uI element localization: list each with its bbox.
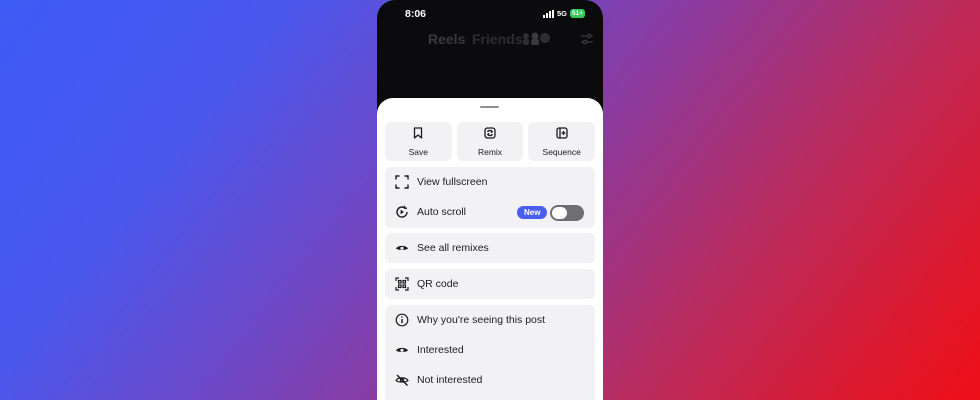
interested-label: Interested <box>417 343 464 356</box>
fullscreen-icon <box>395 175 409 189</box>
top-nav: Reels Friends <box>377 30 603 48</box>
bookmark-icon <box>412 126 424 144</box>
qr-code-label: QR code <box>417 277 459 290</box>
feedback-group: Why you're seeing this post Interested N… <box>385 305 595 400</box>
auto-scroll-item[interactable]: Auto scroll New <box>385 197 595 227</box>
save-label: Save <box>408 147 429 157</box>
info-icon <box>395 313 409 327</box>
why-seeing-label: Why you're seeing this post <box>417 313 546 326</box>
display-options-group: View fullscreen Auto scroll New <box>385 167 595 228</box>
why-seeing-item[interactable]: Why you're seeing this post <box>385 305 595 335</box>
status-indicators: 5G 51+ <box>542 9 585 18</box>
remix-button[interactable]: Remix <box>456 122 524 161</box>
eye-icon <box>395 343 409 357</box>
eye-icon <box>395 241 409 255</box>
view-fullscreen-label: View fullscreen <box>417 175 488 188</box>
filter-icon[interactable] <box>580 32 594 51</box>
tab-reels[interactable]: Reels <box>428 31 465 47</box>
see-all-remixes-item[interactable]: See all remixes <box>385 233 595 263</box>
sequence-icon <box>556 126 568 144</box>
auto-scroll-icon <box>395 205 409 219</box>
auto-scroll-toggle[interactable] <box>550 205 584 221</box>
save-button[interactable]: Save <box>385 122 452 161</box>
options-sheet: Save Remix Sequence View fullscreen Auto… <box>377 98 603 400</box>
new-badge: New <box>517 206 548 219</box>
remix-icon <box>484 126 496 144</box>
tab-friends[interactable]: Friends <box>472 31 523 47</box>
remixes-group: See all remixes <box>385 233 595 263</box>
eye-slash-icon <box>395 373 409 387</box>
not-interested-item[interactable]: Not interested <box>385 365 595 395</box>
remix-label: Remix <box>477 147 503 157</box>
friends-avatars-icon <box>521 32 553 51</box>
signal-icon <box>542 9 554 18</box>
not-interested-label: Not interested <box>417 373 483 386</box>
interested-item[interactable]: Interested <box>385 335 595 365</box>
action-buttons: Save Remix Sequence <box>385 122 596 161</box>
view-fullscreen-item[interactable]: View fullscreen <box>385 167 595 197</box>
status-time: 8:06 <box>405 8 427 20</box>
battery-icon: 51+ <box>569 9 585 18</box>
toggle-knob <box>552 207 567 219</box>
sequence-button[interactable]: Sequence <box>528 122 596 161</box>
qr-group: QR code <box>385 269 595 299</box>
qr-code-icon <box>395 277 409 291</box>
sequence-label: Sequence <box>542 147 581 157</box>
network-label: 5G <box>556 9 567 18</box>
status-bar: 8:06 5G 51+ <box>377 0 603 26</box>
see-all-remixes-label: See all remixes <box>417 241 489 254</box>
auto-scroll-label: Auto scroll <box>417 205 467 218</box>
phone-screen: 8:06 5G 51+ Reels Friends Save Remix Seq… <box>377 0 603 400</box>
sheet-handle[interactable] <box>480 106 499 108</box>
qr-code-item[interactable]: QR code <box>385 269 595 299</box>
